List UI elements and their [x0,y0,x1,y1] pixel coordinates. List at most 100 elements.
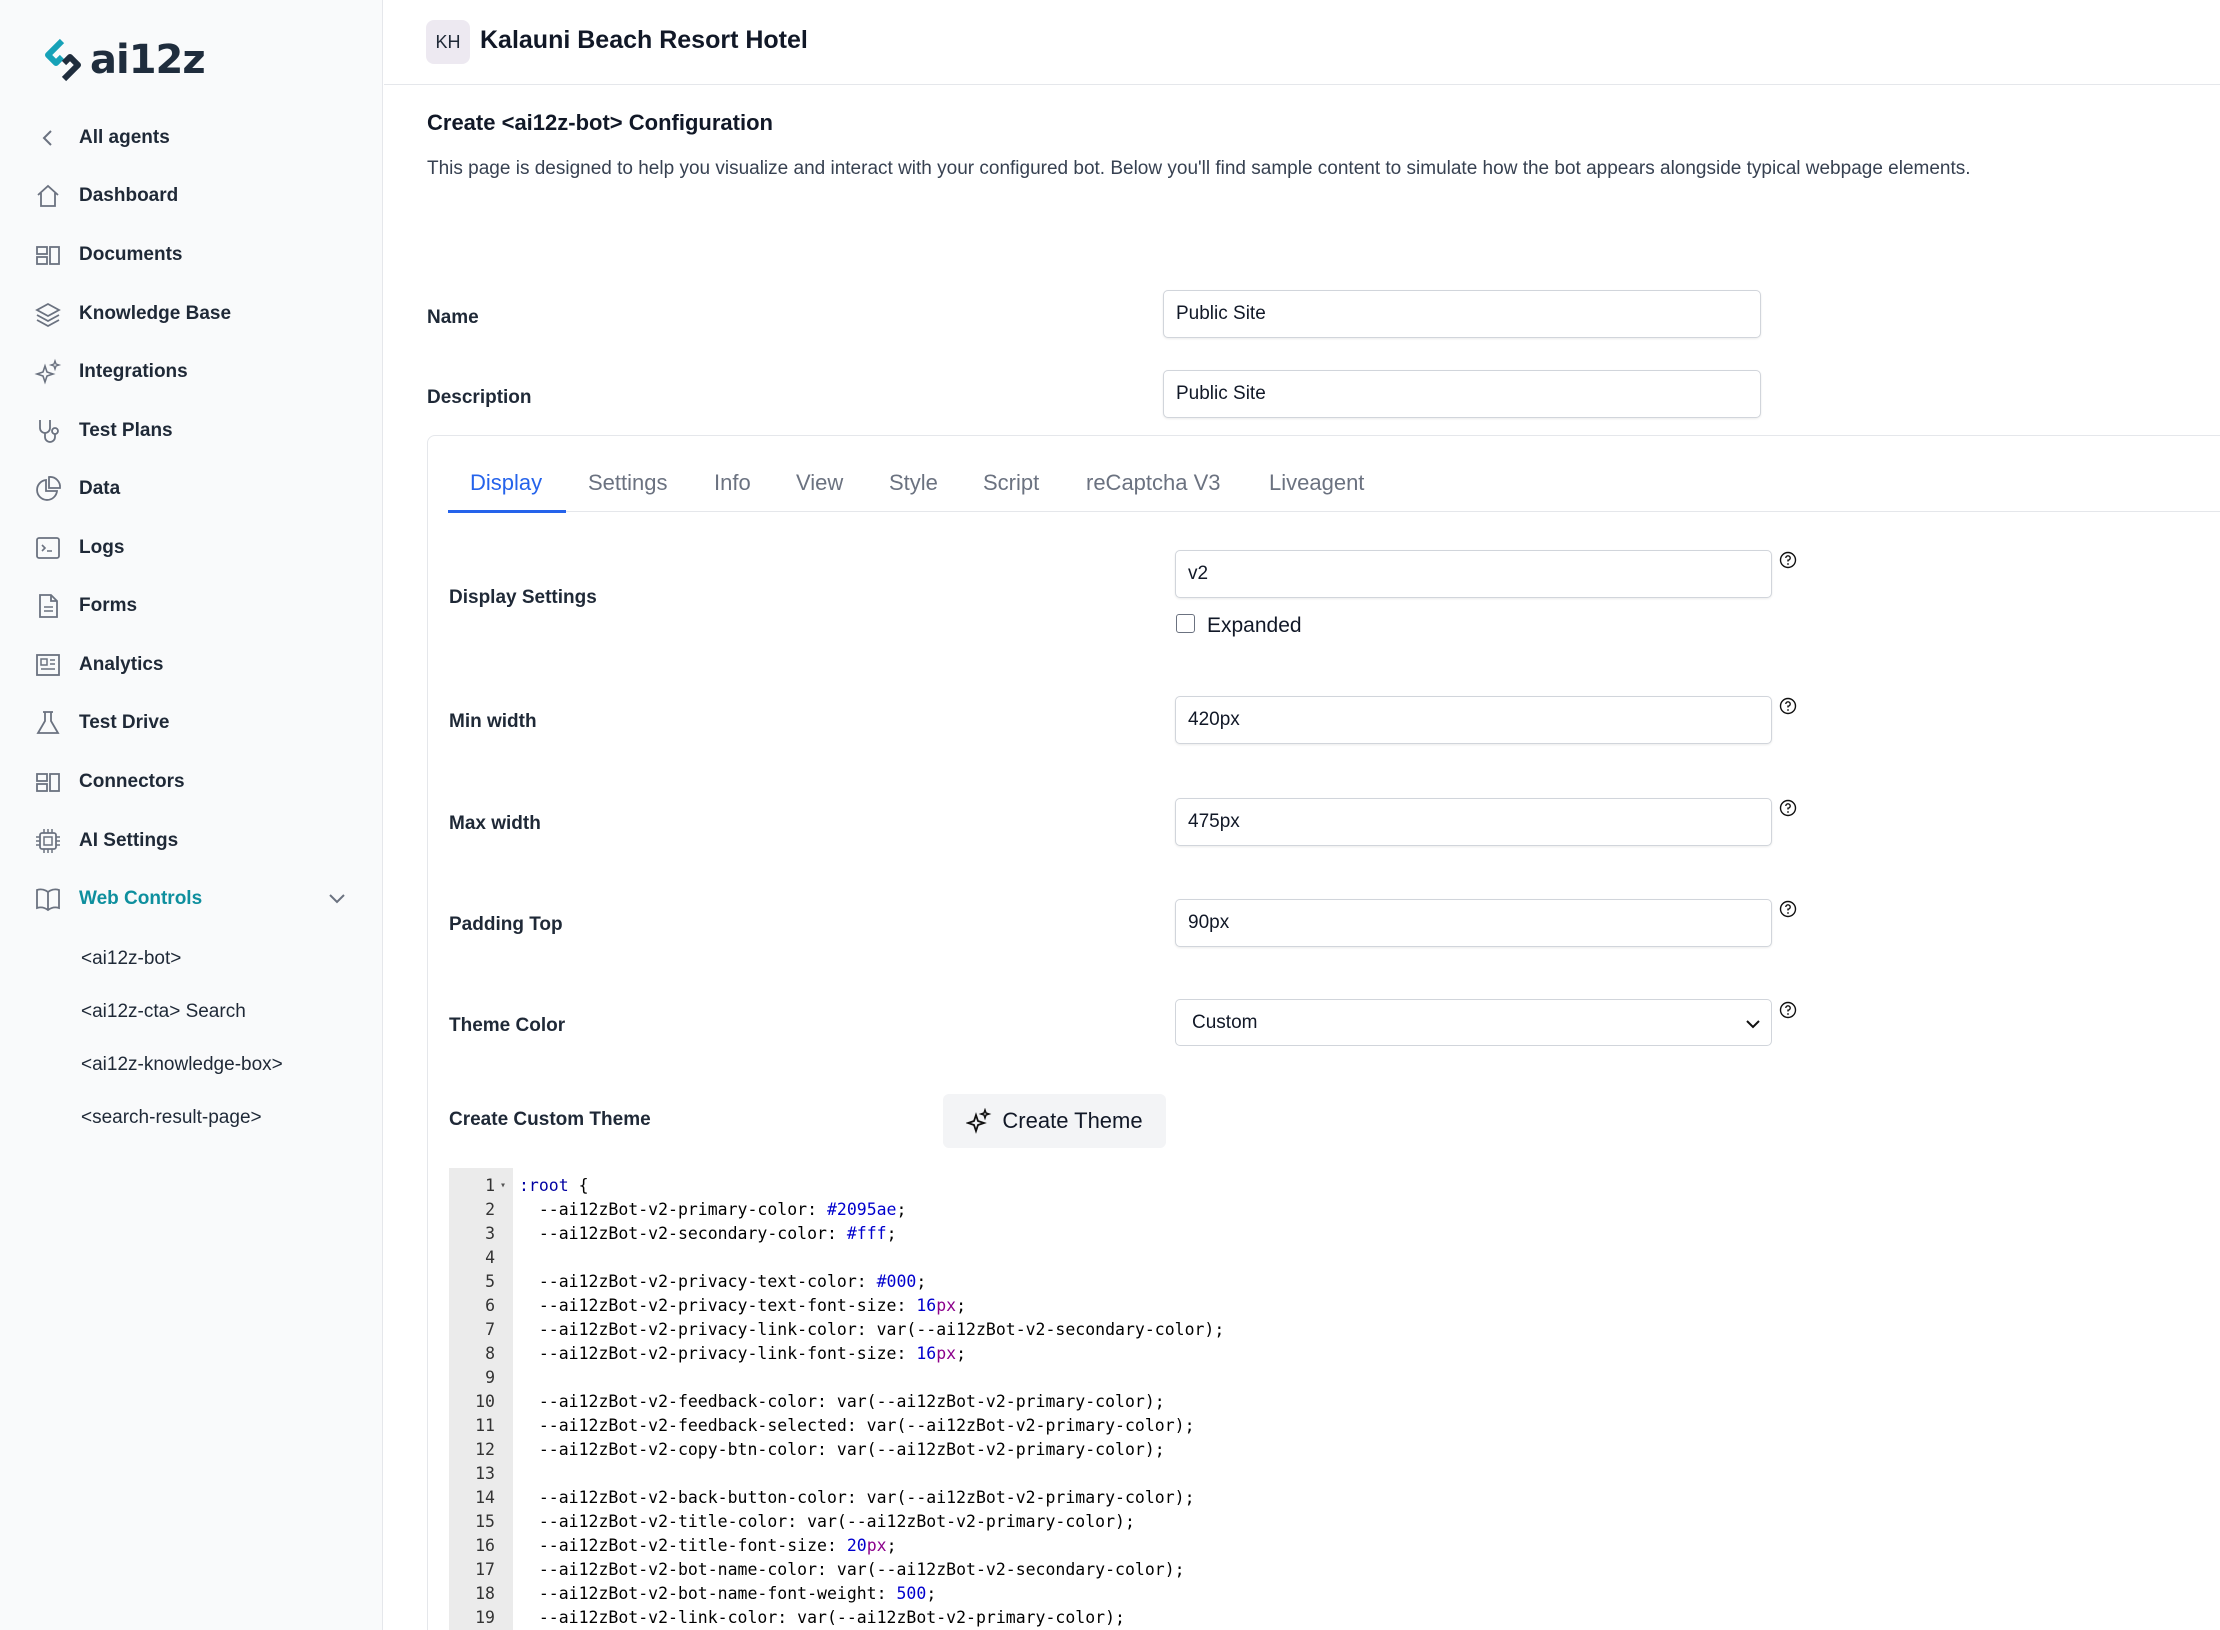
tab-view[interactable]: View [796,470,843,496]
line-number: 12 [475,1440,495,1459]
fold-toggle-icon[interactable]: ▾ [500,1174,506,1198]
nav-integrations-label: Integrations [79,361,188,382]
chevron-down-icon[interactable] [325,886,349,910]
min-width-input[interactable] [1175,696,1772,744]
nav-analytics[interactable]: Analytics [32,643,163,687]
site-title: Kalauni Beach Resort Hotel [480,26,808,54]
code-text: --ai12zBot-v2-back-button-color: var(--a… [519,1488,1195,1507]
code-text: --ai12zBot-v2-primary-color: #2095ae; [519,1200,907,1219]
theme-color-value: Custom [1192,1012,1258,1033]
chevron-down-icon [1746,1020,1760,1029]
nav-documents[interactable]: Documents [32,233,182,277]
book-open-icon [32,883,64,915]
expanded-checkbox[interactable] [1176,614,1195,633]
page-description: This page is designed to help you visual… [427,158,1971,179]
custom-theme-label: Create Custom Theme [449,1109,651,1130]
nav-forms[interactable]: Forms [32,584,137,628]
help-circle-icon[interactable] [1779,551,1797,569]
tab-style[interactable]: Style [889,470,938,496]
line-number: 6 [485,1296,495,1315]
stethoscope-icon [32,415,64,447]
active-tab-indicator [448,510,566,513]
name-label: Name [427,307,479,328]
nav-all-agents[interactable]: All agents [32,116,170,160]
description-label: Description [427,387,532,408]
css-code-editor[interactable]: 1 ▾:root {2 --ai12zBot-v2-primary-color: … [449,1168,2220,1630]
nav-knowledge-base-label: Knowledge Base [79,303,232,324]
sidebar: ai12z All agents Dashboard Documents Kno… [0,0,383,1630]
code-text: --ai12zBot-v2-privacy-link-font-size: 16… [519,1344,967,1363]
code-text: --ai12zBot-v2-bot-name-color: var(--ai12… [519,1560,1185,1579]
nav-web-controls-label: Web Controls [79,888,203,909]
nav-forms-label: Forms [79,595,138,616]
nav-logs[interactable]: Logs [32,526,124,570]
nav-knowledge-base[interactable]: Knowledge Base [32,292,231,336]
theme-color-select[interactable]: Custom [1175,999,1772,1046]
help-circle-icon[interactable] [1779,697,1797,715]
line-number: 3 [485,1224,495,1243]
tab-recaptcha-v3[interactable]: reCaptcha V3 [1086,470,1221,496]
max-width-label: Max width [449,813,541,834]
nav-documents-label: Documents [79,244,183,265]
help-circle-icon[interactable] [1779,799,1797,817]
logo-mark-icon [45,38,81,82]
tab-liveagent[interactable]: Liveagent [1269,470,1364,496]
nav-test-plans[interactable]: Test Plans [32,409,173,453]
subnav-search-result-page[interactable]: <search-result-page> [81,1107,262,1129]
nav-test-drive-label: Test Drive [79,712,170,733]
connectors-icon [32,766,64,798]
code-text: --ai12zBot-v2-secondary-color: #fff; [519,1224,897,1243]
nav-test-plans-label: Test Plans [79,420,173,441]
tab-settings[interactable]: Settings [588,470,668,496]
nav-integrations[interactable]: Integrations [32,350,188,394]
code-text: --ai12zBot-v2-bot-name-font-weight: 500; [519,1584,937,1603]
help-circle-icon[interactable] [1779,1001,1797,1019]
tab-display[interactable]: Display [470,470,542,496]
nav-dashboard-label: Dashboard [79,185,179,206]
theme-color-label: Theme Color [449,1015,566,1036]
code-text: --ai12zBot-v2-privacy-link-color: var(--… [519,1320,1225,1339]
nav-dashboard[interactable]: Dashboard [32,174,178,218]
display-settings-input[interactable] [1175,550,1772,598]
create-theme-label: Create Theme [1002,1108,1143,1133]
nav-ai-settings[interactable]: AI Settings [32,819,178,863]
code-text: --ai12zBot-v2-feedback-color: var(--ai12… [519,1392,1165,1411]
home-icon [32,180,64,212]
code-text: --ai12zBot-v2-feedback-selected: var(--a… [519,1416,1195,1435]
line-number: 14 [475,1488,495,1507]
line-number: 17 [475,1560,495,1579]
documents-icon [32,239,64,271]
line-number: 13 [475,1464,495,1483]
nav-data-label: Data [79,478,121,499]
chevron-left-icon [32,122,64,154]
name-input[interactable] [1163,290,1761,338]
code-text: --ai12zBot-v2-copy-btn-color: var(--ai12… [519,1440,1165,1459]
padding-top-input[interactable] [1175,899,1772,947]
help-circle-icon[interactable] [1779,900,1797,918]
nav-test-drive[interactable]: Test Drive [32,701,169,745]
file-icon [32,590,64,622]
top-header: KH Kalauni Beach Resort Hotel [384,0,2220,85]
avatar[interactable]: KH [426,20,470,64]
expanded-label: Expanded [1207,614,1302,637]
nav-web-controls[interactable]: Web Controls [32,877,202,921]
subnav-ai12z-bot[interactable]: <ai12z-bot> [81,948,181,970]
description-input[interactable] [1163,370,1761,418]
code-text: --ai12zBot-v2-title-font-size: 20px; [519,1536,897,1555]
line-number: 18 [475,1584,495,1603]
page-title: Create <ai12z-bot> Configuration [427,110,773,135]
max-width-input[interactable] [1175,798,1772,846]
tab-info[interactable]: Info [714,470,751,496]
line-number: 1 [485,1176,495,1195]
code-text: --ai12zBot-v2-link-color: var(--ai12zBot… [519,1608,1125,1627]
line-number: 19 [475,1608,495,1627]
subnav-ai12z-cta-search[interactable]: <ai12z-cta> Search [81,1001,246,1023]
nav-ai-settings-label: AI Settings [79,830,179,851]
subnav-ai12z-knowledge-box[interactable]: <ai12z-knowledge-box> [81,1054,283,1076]
nav-data[interactable]: Data [32,467,120,511]
display-settings-label: Display Settings [449,587,597,608]
logo[interactable]: ai12z [40,32,206,88]
nav-connectors[interactable]: Connectors [32,760,185,804]
create-theme-button[interactable]: Create Theme [943,1094,1166,1148]
tab-script[interactable]: Script [983,470,1039,496]
